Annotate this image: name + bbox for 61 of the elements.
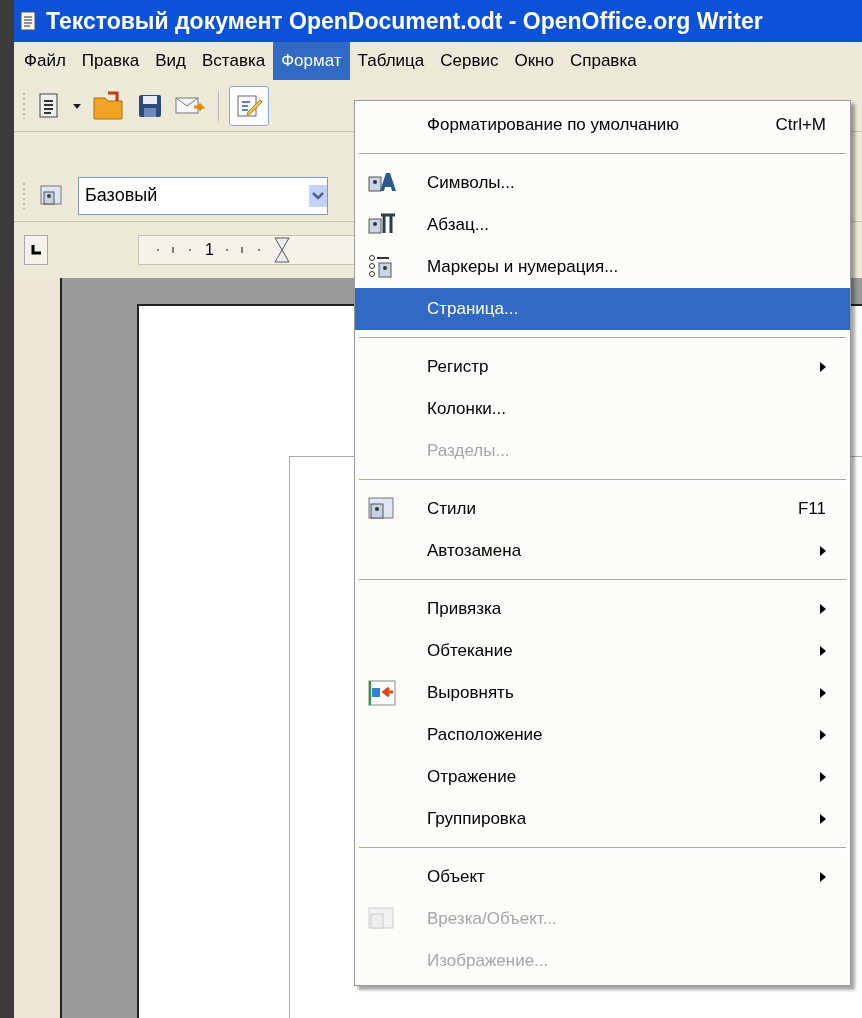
menu-item[interactable]: Маркеры и нумерация... [355,246,850,288]
menu-item[interactable]: Обтекание [355,630,850,672]
caret-icon[interactable] [309,184,327,207]
tab-stop-button[interactable] [24,235,48,265]
menu-item[interactable]: Справка [561,42,645,80]
ruler-number: 1 [205,240,214,260]
menu-item[interactable]: Правка [73,42,148,80]
menu-item-label: Группировка [427,808,527,831]
edit-mode-button[interactable] [229,85,269,126]
menu-item[interactable]: Автозамена [355,530,850,572]
menu-item-label: Регистр [427,356,489,379]
menu-item-label: Страница... [427,298,519,321]
menu-item[interactable]: Стили F11 [355,488,850,530]
menu-item-label: Привязка [427,598,502,621]
menu-item-label: Врезка/Объект... [427,908,557,931]
menu-item[interactable]: Вид [147,42,194,80]
left-tab-icon [31,245,41,255]
menu-item-label: Автозамена [427,540,522,563]
shortcut-text: Ctrl+M [775,114,826,137]
menu-item[interactable]: Вставка [194,42,274,80]
menu-item-label: Символы... [427,172,515,195]
indent-marker-icon[interactable] [273,235,290,265]
menu-item-label: Расположение [427,724,543,747]
toolbar-grip-icon [22,180,26,211]
menu-item[interactable]: Таблица [349,42,433,80]
document-icon [18,10,38,32]
toolbar-grip-icon [22,90,26,121]
menu-item-label: Форматирование по умолчанию [427,114,680,137]
menu-item-label: Изображение... [427,950,549,973]
menu-item-label: Колонки... [427,398,507,421]
menu-item-label: Объект [427,866,485,889]
menu-item[interactable]: Окно [506,42,562,80]
menu-item[interactable]: Расположение [355,714,850,756]
caret-icon[interactable] [72,101,82,110]
menu-item[interactable]: Регистр [355,346,850,388]
menu-item[interactable]: Отражение [355,756,850,798]
menu-item[interactable]: Выровнять [355,672,850,714]
menu-item[interactable]: Файл [16,42,74,80]
menu-item[interactable]: Символы... [355,162,850,204]
paragraph-style-text: Базовый [85,184,159,207]
paragraph-style-combo[interactable]: Базовый [78,176,328,215]
menu-item-label: Разделы... [427,440,510,463]
menu-item-label: Отражение [427,766,517,789]
menu-item-label: Обтекание [427,640,513,663]
menu-item[interactable]: Колонки... [355,388,850,430]
shortcut-text: F11 [797,498,826,521]
menu-item[interactable]: Сервис [432,42,507,80]
folder-icon[interactable] [92,89,126,122]
menu-item-label: Стили [427,498,476,521]
menu-item[interactable]: Группировка [355,798,850,840]
menu-item[interactable]: Формат [273,42,350,80]
menu-item[interactable]: Объект [355,856,850,898]
align-icon [367,679,397,707]
menu-item-label: Маркеры и нумерация... [427,256,619,279]
menu-item[interactable]: Абзац... [355,204,850,246]
menu-item[interactable]: Привязка [355,588,850,630]
menu-item-label: Выровнять [427,682,514,705]
window-title: Текстовый документ OpenDocument.odt - OpenOffice.org Writer [46,6,763,36]
menu-item[interactable]: Страница... [355,288,850,330]
menu-item[interactable]: Форматирование по умолчанию Ctrl+M [355,104,850,146]
menu-item-label: Абзац... [427,214,489,237]
